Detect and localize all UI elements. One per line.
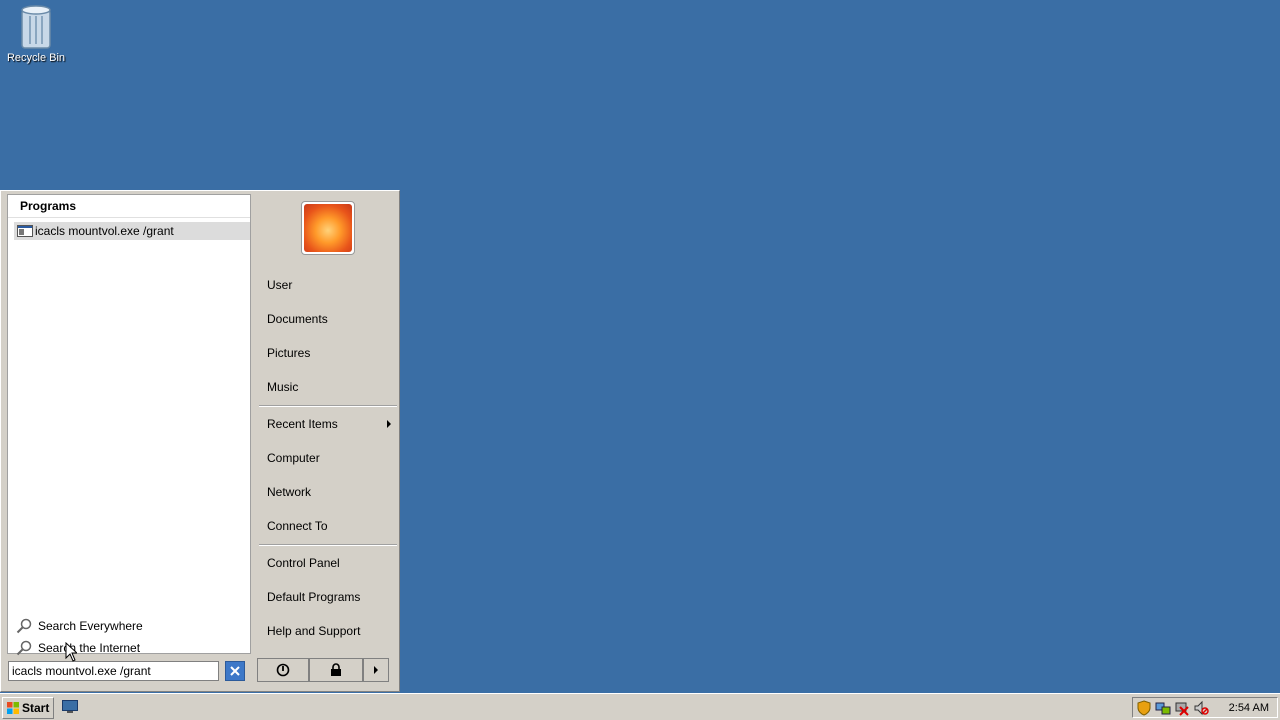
start-button[interactable]: Start <box>2 697 54 719</box>
lock-button[interactable] <box>309 658 363 682</box>
program-result-item[interactable]: icacls mountvol.exe /grant <box>14 222 250 240</box>
menu-item-network[interactable]: Network <box>267 483 311 501</box>
search-links: Search Everywhere Search the Internet <box>14 615 143 659</box>
system-tray: 2:54 AM <box>1132 697 1278 718</box>
clear-search-button[interactable] <box>225 661 245 681</box>
menu-item-default-programs[interactable]: Default Programs <box>267 588 360 606</box>
search-internet-link[interactable]: Search the Internet <box>14 637 143 659</box>
menu-item-control-panel[interactable]: Control Panel <box>267 554 340 572</box>
search-everywhere-link[interactable]: Search Everywhere <box>14 615 143 637</box>
separator <box>259 544 397 546</box>
programs-header: Programs <box>8 195 250 218</box>
network-icon[interactable] <box>1155 700 1171 716</box>
start-search-input[interactable] <box>8 661 219 681</box>
menu-item-connect-to[interactable]: Connect To <box>267 517 328 535</box>
arrow-right-icon <box>387 420 391 428</box>
program-result-label: icacls mountvol.exe /grant <box>35 224 174 238</box>
volume-muted-icon[interactable] <box>1193 700 1209 716</box>
recycle-bin-shortcut[interactable]: Recycle Bin <box>4 2 68 64</box>
search-icon <box>16 618 32 634</box>
power-icon <box>276 663 290 677</box>
start-menu: Programs icacls mountvol.exe /grant Sear… <box>0 190 400 692</box>
programs-pane: Programs icacls mountvol.exe /grant Sear… <box>7 194 251 656</box>
recycle-bin-icon <box>21 5 51 49</box>
clear-search-icon <box>230 666 240 676</box>
recycle-bin-label: Recycle Bin <box>6 52 66 64</box>
menu-item-documents[interactable]: Documents <box>267 310 328 328</box>
power-button[interactable] <box>257 658 309 682</box>
arrow-right-icon <box>374 666 378 674</box>
search-internet-label: Search the Internet <box>38 641 141 655</box>
disconnected-icon[interactable] <box>1174 700 1190 716</box>
windows-logo-icon <box>7 702 19 714</box>
shield-icon[interactable] <box>1136 699 1152 716</box>
power-controls <box>257 658 389 682</box>
menu-item-computer[interactable]: Computer <box>267 449 320 467</box>
places-pane: User Documents Pictures Music Recent Ite… <box>255 191 399 657</box>
shutdown-options-button[interactable] <box>363 658 389 682</box>
search-icon <box>16 640 32 656</box>
menu-item-music[interactable]: Music <box>267 378 298 396</box>
menu-item-user[interactable]: User <box>267 276 292 294</box>
taskbar: Start 2:54 AM <box>0 693 1280 720</box>
search-everywhere-label: Search Everywhere <box>38 619 143 633</box>
separator <box>259 405 397 407</box>
menu-item-recent-items[interactable]: Recent Items <box>267 415 399 433</box>
program-icon <box>17 225 33 237</box>
lock-icon <box>331 663 341 676</box>
menu-item-help-support[interactable]: Help and Support <box>267 622 360 640</box>
show-desktop-icon[interactable] <box>62 700 78 714</box>
menu-item-pictures[interactable]: Pictures <box>267 344 310 362</box>
start-label: Start <box>22 701 50 715</box>
clock[interactable]: 2:54 AM <box>1229 702 1269 714</box>
user-avatar[interactable] <box>301 201 355 255</box>
recent-items-label: Recent Items <box>267 417 338 431</box>
